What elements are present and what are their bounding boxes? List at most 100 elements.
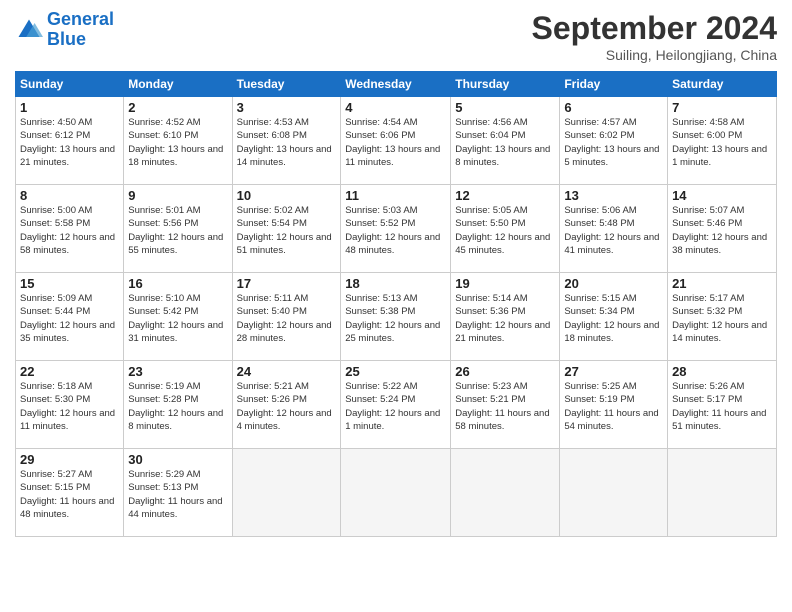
calendar-cell: 15Sunrise: 5:09 AMSunset: 5:44 PMDayligh… bbox=[16, 273, 124, 361]
calendar-cell: 2Sunrise: 4:52 AMSunset: 6:10 PMDaylight… bbox=[124, 97, 232, 185]
day-number: 22 bbox=[20, 364, 119, 379]
calendar-row: 15Sunrise: 5:09 AMSunset: 5:44 PMDayligh… bbox=[16, 273, 777, 361]
calendar-cell bbox=[232, 449, 341, 537]
day-number: 2 bbox=[128, 100, 227, 115]
location-subtitle: Suiling, Heilongjiang, China bbox=[532, 47, 777, 63]
day-info: Sunrise: 5:01 AMSunset: 5:56 PMDaylight:… bbox=[128, 204, 227, 257]
calendar-cell bbox=[341, 449, 451, 537]
day-number: 23 bbox=[128, 364, 227, 379]
calendar-cell: 11Sunrise: 5:03 AMSunset: 5:52 PMDayligh… bbox=[341, 185, 451, 273]
day-number: 9 bbox=[128, 188, 227, 203]
day-number: 14 bbox=[672, 188, 772, 203]
calendar-table: Sunday Monday Tuesday Wednesday Thursday… bbox=[15, 71, 777, 537]
day-number: 3 bbox=[237, 100, 337, 115]
day-number: 29 bbox=[20, 452, 119, 467]
day-info: Sunrise: 5:06 AMSunset: 5:48 PMDaylight:… bbox=[564, 204, 663, 257]
col-wednesday: Wednesday bbox=[341, 72, 451, 97]
calendar-cell: 18Sunrise: 5:13 AMSunset: 5:38 PMDayligh… bbox=[341, 273, 451, 361]
calendar-cell: 22Sunrise: 5:18 AMSunset: 5:30 PMDayligh… bbox=[16, 361, 124, 449]
calendar-row: 22Sunrise: 5:18 AMSunset: 5:30 PMDayligh… bbox=[16, 361, 777, 449]
day-number: 26 bbox=[455, 364, 555, 379]
day-info: Sunrise: 5:23 AMSunset: 5:21 PMDaylight:… bbox=[455, 380, 555, 433]
col-sunday: Sunday bbox=[16, 72, 124, 97]
calendar-cell: 23Sunrise: 5:19 AMSunset: 5:28 PMDayligh… bbox=[124, 361, 232, 449]
col-tuesday: Tuesday bbox=[232, 72, 341, 97]
calendar-cell: 17Sunrise: 5:11 AMSunset: 5:40 PMDayligh… bbox=[232, 273, 341, 361]
page-container: General Blue September 2024 Suiling, Hei… bbox=[0, 0, 792, 547]
calendar-cell bbox=[668, 449, 777, 537]
day-number: 17 bbox=[237, 276, 337, 291]
title-area: September 2024 Suiling, Heilongjiang, Ch… bbox=[532, 10, 777, 63]
logo-icon bbox=[15, 16, 43, 44]
day-number: 5 bbox=[455, 100, 555, 115]
calendar-header-row: Sunday Monday Tuesday Wednesday Thursday… bbox=[16, 72, 777, 97]
calendar-cell: 19Sunrise: 5:14 AMSunset: 5:36 PMDayligh… bbox=[451, 273, 560, 361]
calendar-cell: 4Sunrise: 4:54 AMSunset: 6:06 PMDaylight… bbox=[341, 97, 451, 185]
day-info: Sunrise: 5:22 AMSunset: 5:24 PMDaylight:… bbox=[345, 380, 446, 433]
calendar-cell: 25Sunrise: 5:22 AMSunset: 5:24 PMDayligh… bbox=[341, 361, 451, 449]
day-number: 21 bbox=[672, 276, 772, 291]
calendar-cell bbox=[560, 449, 668, 537]
calendar-body: 1Sunrise: 4:50 AMSunset: 6:12 PMDaylight… bbox=[16, 97, 777, 537]
day-number: 25 bbox=[345, 364, 446, 379]
day-number: 28 bbox=[672, 364, 772, 379]
day-info: Sunrise: 5:11 AMSunset: 5:40 PMDaylight:… bbox=[237, 292, 337, 345]
day-info: Sunrise: 5:13 AMSunset: 5:38 PMDaylight:… bbox=[345, 292, 446, 345]
calendar-cell: 10Sunrise: 5:02 AMSunset: 5:54 PMDayligh… bbox=[232, 185, 341, 273]
day-number: 18 bbox=[345, 276, 446, 291]
day-number: 13 bbox=[564, 188, 663, 203]
calendar-cell: 24Sunrise: 5:21 AMSunset: 5:26 PMDayligh… bbox=[232, 361, 341, 449]
day-number: 16 bbox=[128, 276, 227, 291]
day-number: 15 bbox=[20, 276, 119, 291]
day-info: Sunrise: 5:09 AMSunset: 5:44 PMDaylight:… bbox=[20, 292, 119, 345]
day-info: Sunrise: 5:26 AMSunset: 5:17 PMDaylight:… bbox=[672, 380, 772, 433]
day-info: Sunrise: 5:25 AMSunset: 5:19 PMDaylight:… bbox=[564, 380, 663, 433]
calendar-row: 29Sunrise: 5:27 AMSunset: 5:15 PMDayligh… bbox=[16, 449, 777, 537]
calendar-row: 8Sunrise: 5:00 AMSunset: 5:58 PMDaylight… bbox=[16, 185, 777, 273]
col-saturday: Saturday bbox=[668, 72, 777, 97]
day-number: 12 bbox=[455, 188, 555, 203]
calendar-cell: 3Sunrise: 4:53 AMSunset: 6:08 PMDaylight… bbox=[232, 97, 341, 185]
day-number: 27 bbox=[564, 364, 663, 379]
day-number: 24 bbox=[237, 364, 337, 379]
calendar-cell: 20Sunrise: 5:15 AMSunset: 5:34 PMDayligh… bbox=[560, 273, 668, 361]
logo: General Blue bbox=[15, 10, 114, 50]
day-number: 20 bbox=[564, 276, 663, 291]
calendar-cell: 26Sunrise: 5:23 AMSunset: 5:21 PMDayligh… bbox=[451, 361, 560, 449]
day-info: Sunrise: 5:21 AMSunset: 5:26 PMDaylight:… bbox=[237, 380, 337, 433]
calendar-cell: 30Sunrise: 5:29 AMSunset: 5:13 PMDayligh… bbox=[124, 449, 232, 537]
calendar-cell: 21Sunrise: 5:17 AMSunset: 5:32 PMDayligh… bbox=[668, 273, 777, 361]
calendar-cell: 9Sunrise: 5:01 AMSunset: 5:56 PMDaylight… bbox=[124, 185, 232, 273]
calendar-cell: 14Sunrise: 5:07 AMSunset: 5:46 PMDayligh… bbox=[668, 185, 777, 273]
day-info: Sunrise: 4:53 AMSunset: 6:08 PMDaylight:… bbox=[237, 116, 337, 169]
calendar-cell: 12Sunrise: 5:05 AMSunset: 5:50 PMDayligh… bbox=[451, 185, 560, 273]
day-info: Sunrise: 5:29 AMSunset: 5:13 PMDaylight:… bbox=[128, 468, 227, 521]
calendar-cell bbox=[451, 449, 560, 537]
calendar-row: 1Sunrise: 4:50 AMSunset: 6:12 PMDaylight… bbox=[16, 97, 777, 185]
logo-general: General bbox=[47, 9, 114, 29]
col-thursday: Thursday bbox=[451, 72, 560, 97]
day-info: Sunrise: 4:52 AMSunset: 6:10 PMDaylight:… bbox=[128, 116, 227, 169]
day-info: Sunrise: 4:54 AMSunset: 6:06 PMDaylight:… bbox=[345, 116, 446, 169]
day-info: Sunrise: 4:56 AMSunset: 6:04 PMDaylight:… bbox=[455, 116, 555, 169]
header: General Blue September 2024 Suiling, Hei… bbox=[15, 10, 777, 63]
day-number: 6 bbox=[564, 100, 663, 115]
day-number: 19 bbox=[455, 276, 555, 291]
day-number: 10 bbox=[237, 188, 337, 203]
calendar-cell: 5Sunrise: 4:56 AMSunset: 6:04 PMDaylight… bbox=[451, 97, 560, 185]
calendar-cell: 16Sunrise: 5:10 AMSunset: 5:42 PMDayligh… bbox=[124, 273, 232, 361]
day-info: Sunrise: 5:27 AMSunset: 5:15 PMDaylight:… bbox=[20, 468, 119, 521]
day-info: Sunrise: 5:00 AMSunset: 5:58 PMDaylight:… bbox=[20, 204, 119, 257]
calendar-cell: 13Sunrise: 5:06 AMSunset: 5:48 PMDayligh… bbox=[560, 185, 668, 273]
logo-text: General Blue bbox=[47, 10, 114, 50]
day-info: Sunrise: 4:57 AMSunset: 6:02 PMDaylight:… bbox=[564, 116, 663, 169]
calendar-cell: 27Sunrise: 5:25 AMSunset: 5:19 PMDayligh… bbox=[560, 361, 668, 449]
day-number: 30 bbox=[128, 452, 227, 467]
day-number: 7 bbox=[672, 100, 772, 115]
calendar-cell: 28Sunrise: 5:26 AMSunset: 5:17 PMDayligh… bbox=[668, 361, 777, 449]
col-friday: Friday bbox=[560, 72, 668, 97]
day-info: Sunrise: 5:14 AMSunset: 5:36 PMDaylight:… bbox=[455, 292, 555, 345]
calendar-cell: 1Sunrise: 4:50 AMSunset: 6:12 PMDaylight… bbox=[16, 97, 124, 185]
day-info: Sunrise: 5:03 AMSunset: 5:52 PMDaylight:… bbox=[345, 204, 446, 257]
day-info: Sunrise: 5:18 AMSunset: 5:30 PMDaylight:… bbox=[20, 380, 119, 433]
